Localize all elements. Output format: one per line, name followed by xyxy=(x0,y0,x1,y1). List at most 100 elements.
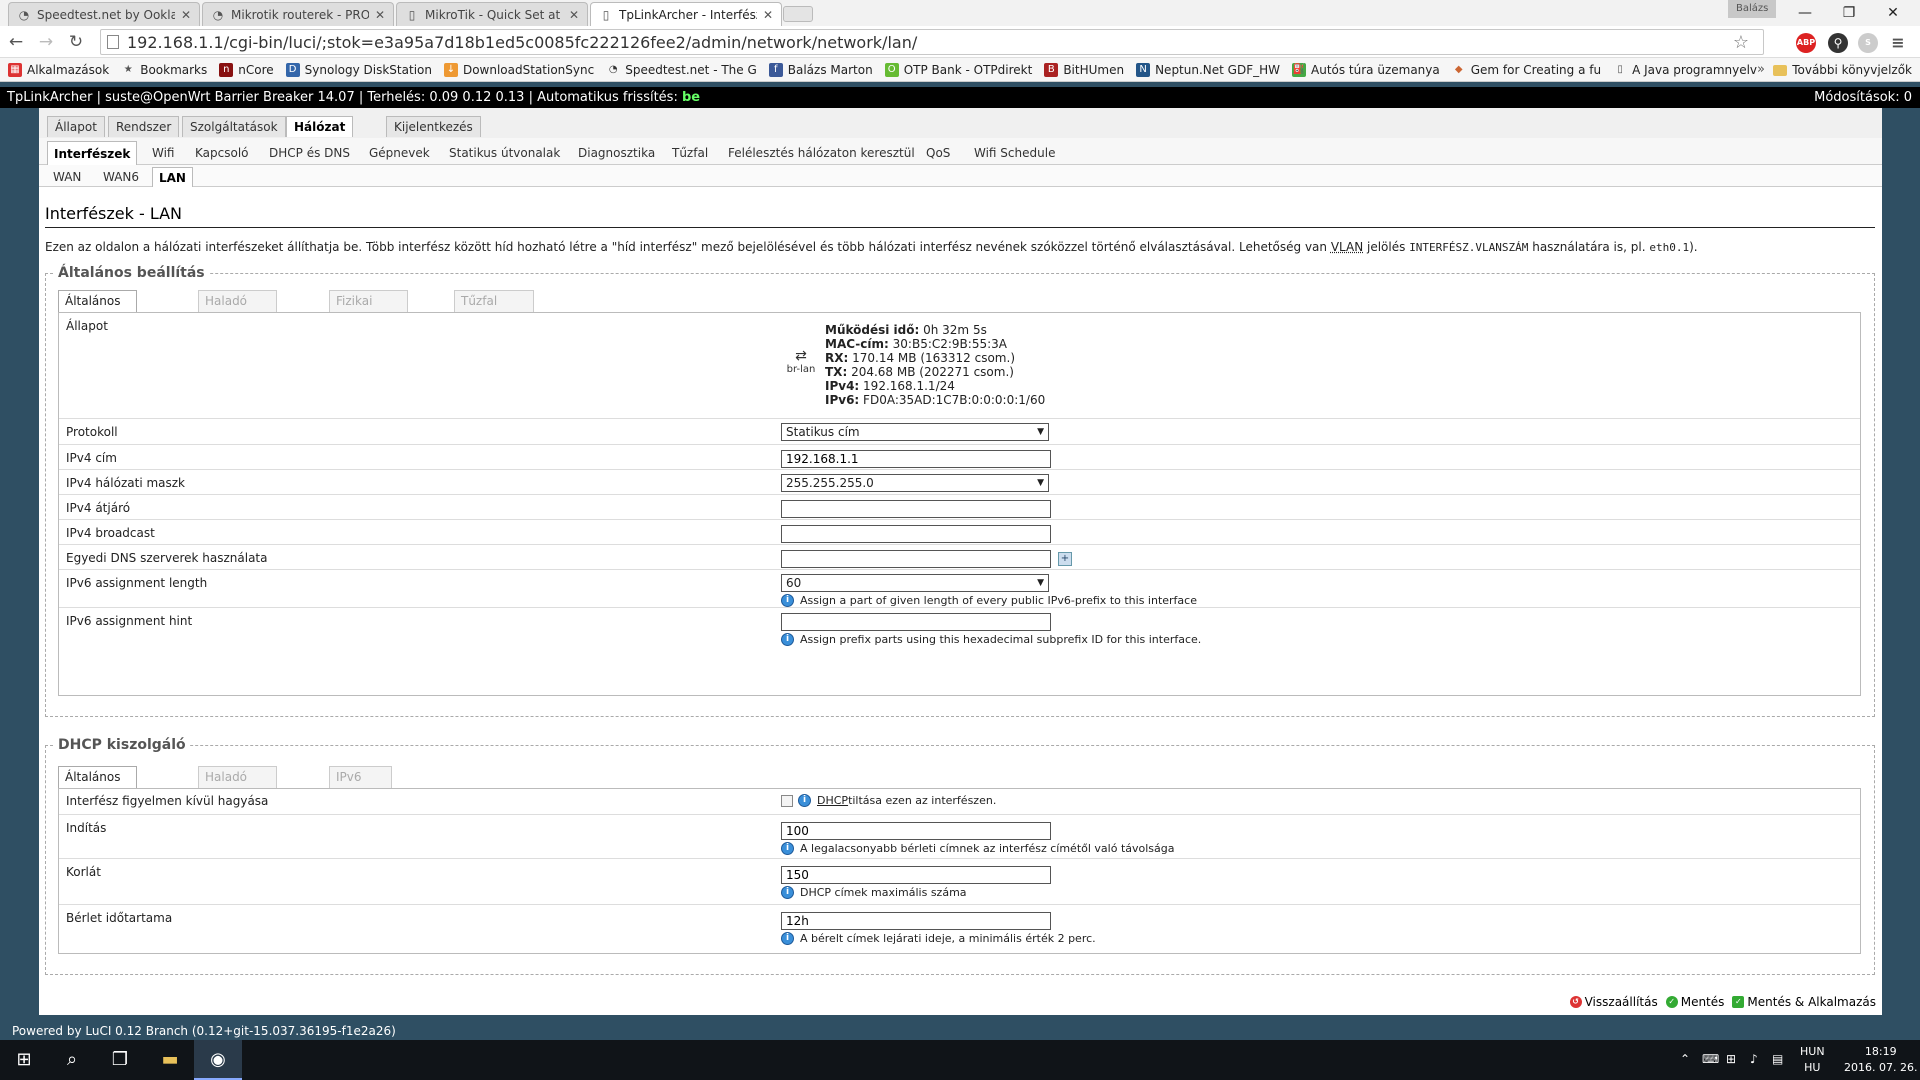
bookmark-item[interactable]: ▯ A Java programnyelv xyxy=(1613,63,1757,77)
close-icon[interactable]: ✕ xyxy=(569,8,579,22)
subtab-dhcp-general[interactable]: Általános beállítások xyxy=(58,766,137,804)
dns-input[interactable] xyxy=(781,550,1051,568)
protocol-select[interactable]: Statikus cím ▼ xyxy=(781,423,1049,441)
add-entry-icon[interactable]: + xyxy=(1058,552,1072,566)
submenu-diagnostics[interactable]: Diagnosztika xyxy=(572,141,661,165)
other-bookmarks[interactable]: További könyvjelzők xyxy=(1773,58,1912,82)
input-language[interactable]: HUN HU xyxy=(1800,1044,1825,1076)
submenu-wifi[interactable]: Wifi xyxy=(146,141,181,165)
bookmark-item[interactable]: ◔ Speedtest.net - The G xyxy=(606,63,757,77)
search-icon[interactable]: ⌕ xyxy=(48,1040,96,1080)
subtab-dhcp-advanced[interactable]: Haladó beállítások xyxy=(198,766,277,804)
bookmark-item[interactable]: ▦ Alkalmazások xyxy=(8,62,109,77)
save-apply-button[interactable]: ✓ Mentés & Alkalmazás xyxy=(1732,993,1876,1011)
subtab-dhcp-ipv6[interactable]: IPv6 Settings xyxy=(329,766,393,804)
menu-status[interactable]: Állapot xyxy=(47,116,105,137)
profile-button[interactable]: Balázs xyxy=(1728,0,1777,18)
browser-tab[interactable]: ▯ MikroTik - Quick Set at ac ✕ xyxy=(396,2,588,26)
forward-icon[interactable]: → xyxy=(34,30,58,54)
submenu-switch[interactable]: Kapcsoló xyxy=(189,141,255,165)
submenu-qos[interactable]: QoS xyxy=(920,141,956,165)
reset-button[interactable]: ↺ Visszaállítás xyxy=(1569,993,1658,1011)
bookmark-item[interactable]: n nCore xyxy=(219,62,274,77)
bookmark-item[interactable]: ↓ DownloadStationSync xyxy=(443,62,594,77)
submenu-hostnames[interactable]: Gépnevek xyxy=(363,141,436,165)
notifications-icon[interactable]: ▤ xyxy=(1772,1052,1783,1066)
volume-icon[interactable]: ♪ xyxy=(1750,1052,1758,1066)
menu-network[interactable]: Hálózat xyxy=(286,116,354,137)
extension-icon[interactable]: ⚲ xyxy=(1828,33,1848,53)
ipv4-address-input[interactable]: 192.168.1.1 xyxy=(781,450,1051,468)
submenu-wifi-schedule[interactable]: Wifi Schedule xyxy=(968,141,1061,165)
subtab-advanced[interactable]: Haladó beállítások xyxy=(198,290,277,328)
close-icon[interactable]: ✕ xyxy=(375,8,385,22)
bookmark-item[interactable]: N Neptun.Net GDF_HW xyxy=(1136,62,1280,77)
subtab-firewall[interactable]: Tűzfal Beállítások xyxy=(454,290,534,328)
subtab-physical[interactable]: Fizikai beállítások xyxy=(329,290,408,328)
task-view-icon[interactable]: ❐ xyxy=(96,1040,144,1080)
netmask-select[interactable]: 255.255.255.0 ▼ xyxy=(781,474,1049,492)
ipv4-label: IPv4 cím xyxy=(66,451,117,465)
browser-tab[interactable]: ◔ Speedtest.net by Ookla - ✕ xyxy=(8,2,200,26)
subtab-general[interactable]: Általános beállítások xyxy=(58,290,137,328)
close-window-icon[interactable]: ✕ xyxy=(1872,0,1914,26)
save-button[interactable]: ✓ Mentés xyxy=(1665,993,1724,1011)
close-icon[interactable]: ✕ xyxy=(763,8,773,22)
bookmark-star-icon[interactable]: ☆ xyxy=(1733,32,1749,53)
bookmark-item[interactable]: B BitHUmen xyxy=(1044,62,1124,77)
menu-icon[interactable]: ≡ xyxy=(1888,33,1908,53)
restore-icon[interactable]: ❐ xyxy=(1828,0,1870,26)
menu-services[interactable]: Szolgáltatások xyxy=(182,116,286,137)
submenu-interfaces[interactable]: Interfészek xyxy=(47,141,138,165)
browser-tab-active[interactable]: ▯ TpLinkArcher - Interfészek ✕ xyxy=(590,2,782,26)
file-explorer-icon[interactable]: ▬ xyxy=(146,1040,194,1080)
minimize-icon[interactable]: — xyxy=(1784,0,1826,26)
system-clock[interactable]: 18:19 2016. 07. 26. xyxy=(1844,1044,1917,1076)
browser-tab[interactable]: ◔ Mikrotik routerek - PROH ✕ xyxy=(202,2,394,26)
ipv6-hint-input[interactable] xyxy=(781,613,1051,631)
chrome-icon[interactable]: ◉ xyxy=(194,1040,242,1080)
bookmark-item[interactable]: f Balázs Marton xyxy=(768,62,873,77)
new-tab-button[interactable] xyxy=(783,6,813,22)
close-icon[interactable]: ✕ xyxy=(181,8,191,22)
bookmark-item[interactable]: ⛽ Autós túra üzemanya xyxy=(1292,62,1440,77)
menu-logout[interactable]: Kijelentkezés xyxy=(386,116,481,137)
keyboard-icon[interactable]: ⌨ xyxy=(1702,1052,1719,1066)
extension-icon[interactable]: S xyxy=(1858,33,1878,53)
tab-wan6[interactable]: WAN6 xyxy=(97,167,145,187)
tab-wan[interactable]: WAN xyxy=(47,167,87,187)
network-icon[interactable]: ⊞ xyxy=(1726,1052,1736,1066)
limit-input[interactable]: 150 xyxy=(781,866,1051,884)
submenu-dhcp-dns[interactable]: DHCP és DNS xyxy=(263,141,356,165)
adblock-icon[interactable]: ABP xyxy=(1796,33,1816,53)
section-legend: Általános beállítás xyxy=(58,265,205,281)
start-input[interactable]: 100 xyxy=(781,822,1051,840)
changes-link[interactable]: Módosítások: 0 xyxy=(1814,87,1912,108)
protocol-row: Protokoll Statikus cím ▼ xyxy=(59,419,1860,445)
tray-chevron-icon[interactable]: ⌃ xyxy=(1680,1052,1690,1066)
address-bar[interactable]: 192.168.1.1/cgi-bin/luci/;stok=e3a95a7d1… xyxy=(100,29,1764,55)
back-icon[interactable]: ← xyxy=(4,30,28,54)
gateway-input[interactable] xyxy=(781,500,1051,518)
autorefresh-toggle[interactable]: be xyxy=(682,90,700,105)
submenu-wol[interactable]: Felélesztés hálózaton keresztül xyxy=(722,141,921,165)
submenu-static-routes[interactable]: Statikus útvonalak xyxy=(443,141,566,165)
bookmarks-overflow-icon[interactable]: » xyxy=(1757,62,1765,77)
ipv6-length-select[interactable]: 60 ▼ xyxy=(781,574,1049,592)
status-line-tx: TX: 204.68 MB (202271 csom.) xyxy=(825,365,1014,379)
browser-toolbar: ← → ↻ 192.168.1.1/cgi-bin/luci/;stok=e3a… xyxy=(0,26,1920,58)
submenu-firewall[interactable]: Tűzfal xyxy=(666,141,714,165)
bookmark-item[interactable]: D Synology DiskStation xyxy=(285,62,432,77)
page-description: Ezen az oldalon a hálózati interfészeket… xyxy=(45,240,1698,254)
lease-time-input[interactable]: 12h xyxy=(781,912,1051,930)
ignore-interface-checkbox[interactable] xyxy=(781,794,793,807)
reload-icon[interactable]: ↻ xyxy=(64,30,88,54)
windows-start-icon[interactable]: ⊞ xyxy=(0,1040,48,1080)
tab-lan[interactable]: LAN xyxy=(152,167,193,187)
bookmark-item[interactable]: O OTP Bank - OTPdirekt xyxy=(884,62,1032,77)
menu-system[interactable]: Rendszer xyxy=(108,116,180,137)
broadcast-row: IPv4 broadcast xyxy=(59,520,1860,545)
broadcast-input[interactable] xyxy=(781,525,1051,543)
bookmark-item[interactable]: ◆ Gem for Creating a fu xyxy=(1452,63,1601,77)
bookmark-item[interactable]: ★ Bookmarks xyxy=(121,63,208,77)
